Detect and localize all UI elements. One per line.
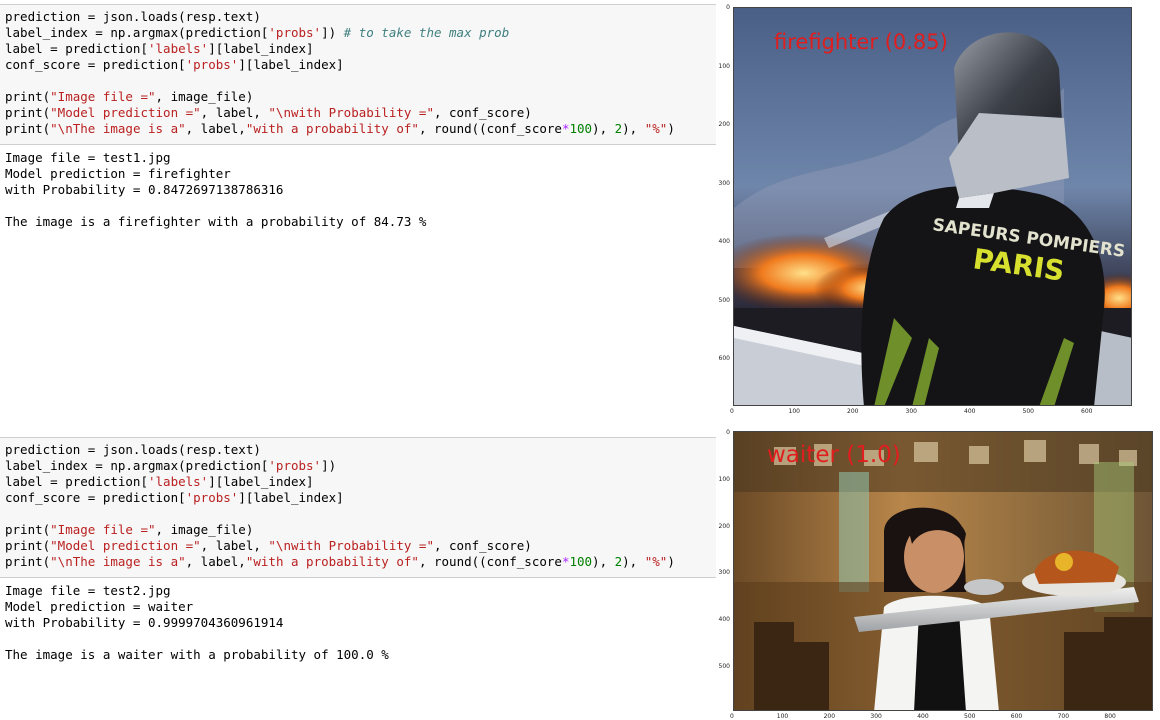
- x-tick-label: 500: [1022, 408, 1034, 415]
- code-token: "%": [644, 121, 668, 136]
- output-area-2: Image file = test2.jpg Model prediction …: [0, 579, 716, 679]
- y-tick-label: 100: [718, 475, 730, 483]
- y-tick-label: 200: [718, 522, 730, 530]
- y-tick-label: 400: [718, 238, 730, 245]
- x-tick-label: 0: [730, 408, 734, 415]
- code-token: "%": [644, 554, 668, 569]
- code-token: "Image file =": [50, 89, 156, 104]
- code-token: "Model prediction =": [50, 105, 201, 120]
- x-tick-label: 400: [917, 713, 929, 720]
- x-tick-label: 0: [730, 713, 734, 720]
- output-text-1: Image file = test1.jpg Model prediction …: [5, 150, 427, 229]
- y-tick-label: 300: [718, 179, 730, 187]
- plot2-x-ticks: 0 100 200 300 400 500 600 700 800: [716, 712, 1160, 720]
- code-token: "\nwith Probability =": [268, 538, 434, 553]
- code-token: "Model prediction =": [50, 538, 201, 553]
- x-tick-label: 300: [905, 408, 917, 415]
- code-token: 'probs': [185, 490, 239, 505]
- x-tick-label: 600: [1081, 408, 1093, 415]
- code-token: 2: [614, 554, 623, 569]
- code-token: 'probs': [268, 458, 322, 473]
- y-tick-label: 500: [718, 296, 730, 304]
- prediction-label-1: firefighter (0.85): [774, 30, 948, 54]
- waiter-photo: waiter (1.0): [733, 431, 1153, 711]
- code-editor-1[interactable]: prediction = json.loads(resp.text) label…: [0, 5, 716, 141]
- code-token: 'labels': [148, 474, 209, 489]
- x-tick-label: 800: [1104, 713, 1116, 720]
- y-tick-label: 400: [718, 616, 730, 624]
- prediction-label-2: waiter (1.0): [767, 442, 901, 468]
- code-token: "with a probability of": [245, 554, 419, 569]
- waiter-scene: [734, 432, 1152, 710]
- code-token: "\nwith Probability =": [268, 105, 434, 120]
- x-tick-label: 100: [776, 713, 789, 720]
- x-tick-label: 700: [1057, 713, 1070, 720]
- code-token: 'probs': [268, 25, 322, 40]
- code-cell-2[interactable]: prediction = json.loads(resp.text) label…: [0, 437, 716, 578]
- code-token: # to take the max prob: [343, 25, 510, 40]
- code-token: 100: [569, 121, 593, 136]
- plot-firefighter: 0 100 200 300 400 500 600 SAPEURS POMPIE…: [716, 2, 1156, 418]
- x-tick-label: 500: [964, 713, 976, 720]
- y-tick-label: 600: [718, 355, 730, 362]
- code-token: "\nThe image is a": [50, 121, 186, 136]
- code-token: "Image file =": [50, 522, 156, 537]
- x-tick-label: 400: [964, 408, 976, 415]
- output-area-1: Image file = test1.jpg Model prediction …: [0, 146, 716, 246]
- plot1-x-ticks: 0 100 200 300 400 500 600: [716, 407, 1156, 417]
- x-tick-label: 600: [1010, 713, 1023, 720]
- code-token: 'labels': [148, 41, 209, 56]
- output-text-2: Image file = test2.jpg Model prediction …: [5, 583, 389, 662]
- x-tick-label: 300: [870, 713, 882, 720]
- plot1-y-ticks: 0 100 200 300 400 500 600: [716, 2, 732, 406]
- y-tick-label: 100: [718, 62, 730, 70]
- x-tick-label: 200: [823, 713, 836, 720]
- code-token: 'probs': [185, 57, 239, 72]
- x-tick-label: 100: [788, 408, 800, 415]
- plot2-y-ticks: 0 100 200 300 400 500: [716, 429, 732, 711]
- y-tick-label: 0: [726, 429, 730, 436]
- y-tick-label: 500: [718, 663, 730, 670]
- x-tick-label: 200: [847, 408, 859, 415]
- plot-waiter: 0 100 200 300 400 500 waiter (1.0) 0 100…: [716, 429, 1160, 720]
- y-tick-label: 300: [718, 569, 730, 577]
- code-token: 100: [569, 554, 593, 569]
- firefighter-scene: SAPEURS POMPIERS PARIS: [734, 8, 1131, 405]
- y-tick-label: 200: [718, 121, 730, 128]
- firefighter-photo: SAPEURS POMPIERS PARIS firefighter (0.85…: [733, 7, 1132, 406]
- code-token: "\nThe image is a": [50, 554, 186, 569]
- code-cell-1[interactable]: prediction = json.loads(resp.text) label…: [0, 4, 716, 145]
- code-editor-2[interactable]: prediction = json.loads(resp.text) label…: [0, 438, 716, 574]
- code-token: 2: [614, 121, 623, 136]
- code-token: "with a probability of": [245, 121, 419, 136]
- y-tick-label: 0: [726, 4, 730, 11]
